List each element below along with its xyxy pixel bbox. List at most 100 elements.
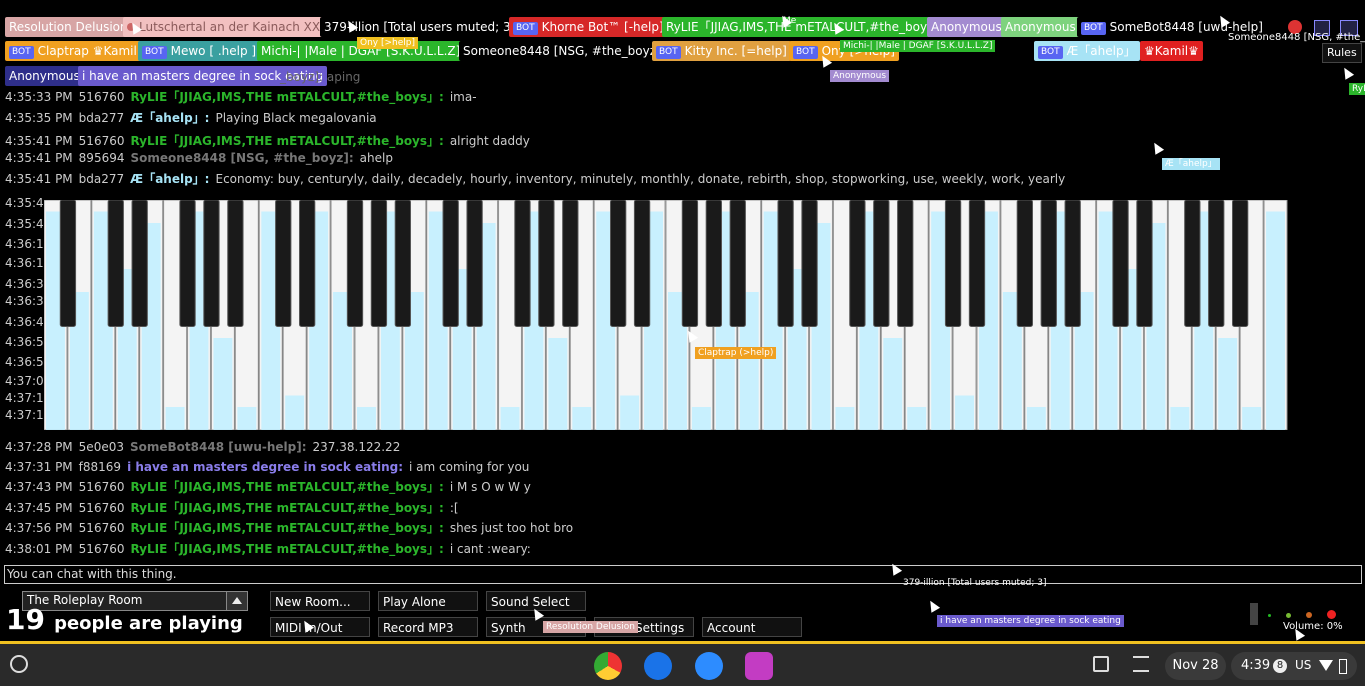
launcher-icon[interactable] (10, 655, 28, 673)
black-key[interactable] (1208, 200, 1225, 327)
user-tag[interactable]: Lutschertal an der Kainach XXV (123, 17, 333, 37)
chat-message: 4:37:43 PM 516760 RyLIE「JJIAG,IMS,THE mETA… (5, 477, 531, 497)
chat-author: RyLIE「JJIAG,IMS,THE mETALCULT,#the_boys」… (130, 90, 444, 104)
black-key[interactable] (59, 200, 77, 327)
bot-badge: BOT (9, 46, 34, 59)
chat-time-fragment: 4:36:4 (5, 315, 44, 329)
bot-badge: BOT (793, 46, 818, 59)
black-key[interactable] (1231, 200, 1249, 327)
chat-user-id: 516760 (78, 90, 125, 104)
black-key[interactable] (179, 200, 196, 327)
user-name: Mewo [ .help ] (170, 44, 257, 58)
cursor-icon (1149, 140, 1165, 155)
black-key[interactable] (729, 200, 746, 327)
black-key[interactable] (873, 200, 890, 327)
black-key[interactable] (394, 200, 412, 327)
black-key[interactable] (466, 200, 483, 327)
chrome-icon[interactable] (594, 652, 622, 680)
black-key[interactable] (370, 200, 388, 327)
black-key[interactable] (514, 200, 531, 327)
black-key[interactable] (1016, 200, 1034, 327)
chat-time-fragment: 4:36:5 (5, 335, 44, 349)
black-key[interactable] (944, 200, 962, 327)
clipboard-icon[interactable] (1093, 656, 1109, 672)
black-key[interactable] (442, 200, 459, 327)
user-name: Resolution Delusion (9, 20, 128, 34)
black-key[interactable] (107, 200, 124, 327)
date-chip[interactable]: Nov 28 (1165, 652, 1226, 680)
player-count-number: 19 (6, 603, 45, 636)
chat-text: 237.38.122.22 (312, 440, 401, 454)
key-velocity-bar (548, 338, 568, 430)
black-key[interactable] (562, 200, 579, 327)
key-velocity-bar (500, 407, 520, 430)
black-key[interactable] (227, 200, 244, 327)
black-key[interactable] (1064, 200, 1081, 327)
midi-button[interactable]: MIDI In/Out (270, 617, 370, 637)
user-tag[interactable]: BOT Kitty Inc. [=help] (652, 41, 791, 61)
user-tag[interactable]: Anonymous (927, 17, 1006, 37)
camera-icon[interactable] (644, 652, 672, 680)
user-tag[interactable]: BOT Mewo [ .help ] (138, 41, 261, 61)
black-key[interactable] (275, 200, 292, 327)
cursor-name-tag: i have an masters degree in sock eating (937, 615, 1124, 627)
bot-badge: BOT (656, 46, 681, 59)
user-tag[interactable]: Someone8448 [NSG, #the_boyz] (459, 41, 665, 61)
user-tag[interactable]: BOT Khorne Bot™ [-help] (509, 17, 668, 37)
black-key[interactable] (705, 200, 723, 327)
user-tag[interactable]: BOT Æ「ahelp」 (1034, 41, 1140, 61)
status-tray[interactable]: 4:39 8 US (1231, 652, 1357, 680)
app-icon[interactable] (745, 652, 773, 680)
volume-slider[interactable] (1250, 603, 1258, 625)
black-key[interactable] (1040, 200, 1057, 327)
chat-time-fragment: 4:36:1 (5, 256, 44, 270)
record-mp3-button[interactable]: Record MP3 (378, 617, 478, 637)
user-tag[interactable]: ♛Kamil♛ (1140, 41, 1203, 61)
bot-badge: BOT (142, 46, 167, 59)
zoom-icon[interactable] (695, 652, 723, 680)
chat-user-id: bda277 (78, 172, 125, 186)
black-key[interactable] (1136, 200, 1153, 327)
piano-keyboard[interactable] (44, 200, 1288, 430)
chat-user-id: 516760 (78, 542, 125, 556)
user-tag[interactable]: Anonymous (1001, 17, 1080, 37)
black-key[interactable] (298, 200, 316, 327)
black-key[interactable] (538, 200, 555, 327)
black-key[interactable] (849, 200, 866, 327)
chat-time: 4:35:41 PM (5, 134, 73, 148)
black-key[interactable] (609, 200, 627, 327)
rules-button[interactable]: Rules (1322, 43, 1362, 63)
chat-input[interactable]: You can chat with this thing. (4, 565, 1362, 584)
key-velocity-bar (237, 407, 257, 430)
play-alone-button[interactable]: Play Alone (378, 591, 478, 611)
key-velocity-bar (357, 407, 376, 430)
chat-time: 4:37:45 PM (5, 501, 73, 515)
chat-text: i am coming for you (409, 460, 530, 474)
black-key[interactable] (131, 200, 148, 327)
user-name: Anonymous (9, 69, 80, 83)
chat-message: 4:38:01 PM 516760 RyLIE「JJIAG,IMS,THE mETA… (5, 539, 531, 559)
black-key[interactable] (968, 200, 986, 327)
black-key[interactable] (346, 200, 364, 327)
black-key[interactable] (681, 200, 699, 327)
user-tag[interactable]: BOT Claptrap ♛Kamil♛ (5, 41, 152, 61)
chat-user-id: 516760 (78, 501, 125, 515)
black-key[interactable] (801, 200, 818, 327)
black-key[interactable] (1112, 200, 1129, 327)
user-tag[interactable]: Resolution Delusion (5, 17, 132, 37)
user-name: Anonymous (931, 20, 1002, 34)
volume-dot-green-icon (1268, 614, 1271, 617)
user-tag[interactable]: RyLIE「JJIAG,IMS,THE mETALCULT,#the_boys」 (662, 17, 950, 37)
key-velocity-bar (955, 395, 974, 430)
key-velocity-bar (1170, 407, 1190, 430)
new-room-button[interactable]: New Room... (270, 591, 370, 611)
chat-message: 4:35:41 PM 895694 Someone8448 [NSG, #the_b… (5, 148, 393, 168)
black-key[interactable] (777, 200, 794, 327)
notes-icon[interactable] (1133, 656, 1149, 672)
user-tag[interactable]: Anonymous (5, 66, 84, 86)
black-key[interactable] (1184, 200, 1201, 327)
black-key[interactable] (633, 200, 651, 327)
account-button[interactable]: Account (702, 617, 802, 637)
black-key[interactable] (203, 200, 220, 327)
black-key[interactable] (897, 200, 914, 327)
